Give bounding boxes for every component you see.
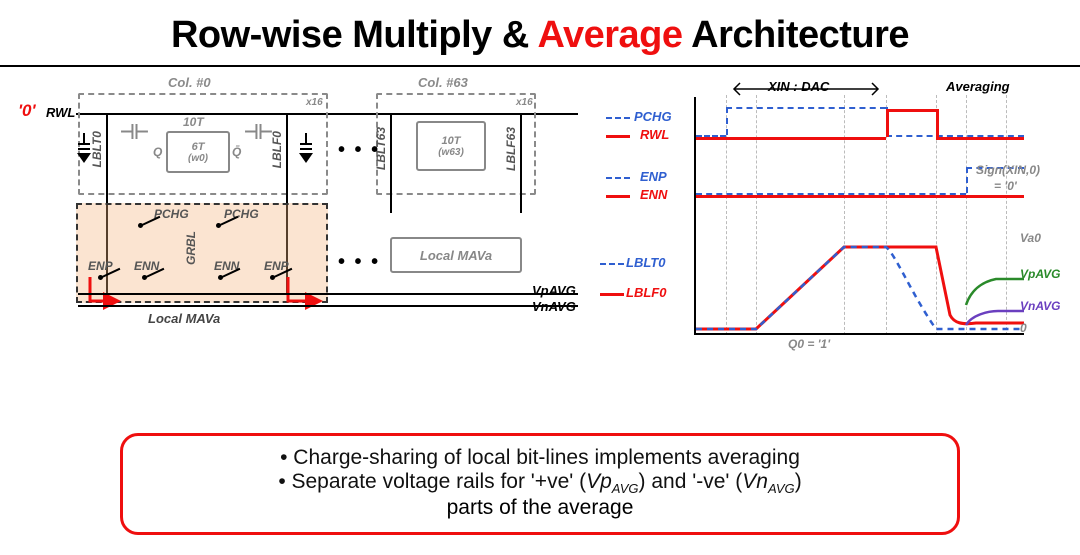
- bullet-2: Separate voltage rails for '+ve' (VpAVG)…: [153, 470, 927, 496]
- rwl-label: RWL: [46, 105, 75, 120]
- six-t-label: 6T: [192, 141, 205, 153]
- rwl-high: [886, 109, 936, 112]
- enp-rise: [966, 167, 968, 193]
- w0-label: (w0): [188, 153, 208, 164]
- vp-rail: [78, 293, 578, 295]
- b2-vp: Vp: [586, 470, 612, 493]
- ten-t-cell: 10T (w63): [416, 121, 486, 171]
- title-bar: Row-wise Multiply & Average Architecture: [0, 0, 1080, 67]
- gnd-lblt0-icon: [77, 153, 91, 163]
- input-zero: '0': [18, 101, 36, 121]
- pchg-seg-high: [726, 107, 886, 109]
- vnavg-timing-label: VnAVG: [1020, 299, 1060, 313]
- b2-vn-sub: AVG: [768, 481, 795, 496]
- pchg-rise: [726, 107, 728, 135]
- title-post: Architecture: [683, 14, 910, 56]
- sign-label: Sign(XIN,0): [976, 163, 1040, 177]
- local-mava-caption: Local MAVa: [148, 311, 220, 326]
- pchg-label: PCHG: [634, 109, 672, 124]
- sign-val-label: = '0': [994, 179, 1017, 193]
- w63-label: (w63): [438, 147, 464, 158]
- grbl-label: GRBL: [184, 231, 198, 265]
- timing-diagram: XIN : DAC Averaging PCHG RWL ENP ENN Sig…: [596, 75, 1056, 375]
- fet-left-icon: ⊣⊢: [120, 123, 149, 139]
- rwl-rise: [886, 109, 889, 137]
- ten-t-a: 10T: [183, 115, 204, 129]
- pchg1-label: PCHG: [154, 207, 189, 221]
- zero-label: 0: [1020, 321, 1027, 335]
- lblf63-label: LBLF63: [504, 127, 518, 171]
- title-highlight: Average: [537, 14, 682, 56]
- ten-t-b-label: 10T: [442, 135, 461, 147]
- gnd-lblf0-icon: [299, 153, 313, 163]
- col-0-label: Col. #0: [168, 75, 211, 90]
- va0-label: Va0: [1020, 231, 1041, 245]
- bullet-2-line2: parts of the average: [153, 496, 927, 520]
- legend-rwl: [606, 135, 630, 138]
- vpavg-timing-label: VpAVG: [1020, 267, 1060, 281]
- analog-waveforms: [696, 215, 1026, 335]
- legend-enn: [606, 195, 630, 198]
- phase-dac-label: XIN : DAC: [768, 79, 829, 94]
- circuit-diagram: Col. #0 Col. #63 '0' RWL x16 x16 ⊣⊢ ⊣⊢ 1…: [18, 75, 578, 375]
- qbar-label: Q̄: [232, 145, 241, 159]
- b2-post: ): [795, 470, 802, 493]
- legend-lblf0: [600, 293, 624, 296]
- vp-avg-label: VpAVG: [532, 283, 576, 298]
- lblt63-wire: [390, 113, 392, 213]
- lblf0-label: LBLF0: [270, 131, 284, 168]
- q0-label: Q0 = '1': [788, 337, 830, 351]
- cap-lblf0-icon: [300, 133, 312, 150]
- legend-enp: [606, 177, 630, 179]
- b2-vp-sub: AVG: [612, 481, 639, 496]
- q-label: Q: [153, 145, 162, 159]
- lblf0-timing-label: LBLF0: [626, 285, 666, 300]
- legend-lblt0: [600, 263, 624, 265]
- local-mava-box-label: Local MAVa: [420, 248, 492, 263]
- rwl-seg1: [696, 137, 886, 140]
- legend-pchg: [606, 117, 630, 119]
- slide-title: Row-wise Multiply & Average Architecture: [0, 14, 1080, 57]
- bullet-1: Charge-sharing of local bit-lines implem…: [153, 446, 927, 470]
- content-row: Col. #0 Col. #63 '0' RWL x16 x16 ⊣⊢ ⊣⊢ 1…: [0, 67, 1080, 375]
- local-mava-box-63: Local MAVa: [390, 237, 522, 273]
- b2-mid: ) and '-ve' (: [639, 470, 743, 493]
- enn-label: ENN: [640, 187, 667, 202]
- rwl-fall: [936, 109, 939, 137]
- dots-1: • • •: [338, 139, 380, 162]
- callout-box: Charge-sharing of local bit-lines implem…: [120, 433, 960, 535]
- phase-avg-label: Averaging: [946, 79, 1010, 94]
- rwl-timing-label: RWL: [640, 127, 669, 142]
- six-t-cell: 6T (w0): [166, 131, 230, 173]
- vn-rail: [78, 305, 578, 307]
- vn-avg-label: VnAVG: [532, 299, 576, 314]
- b2-pre: Separate voltage rails for '+ve' (: [292, 470, 587, 493]
- rwl-seg2: [936, 137, 1024, 140]
- enp-label: ENP: [640, 169, 667, 184]
- x16-b: x16: [516, 97, 533, 108]
- lblt0-label: LBLT0: [90, 131, 104, 167]
- b2-vn: Vn: [742, 470, 768, 493]
- lblf63-wire: [520, 113, 522, 213]
- title-pre: Row-wise Multiply &: [171, 14, 538, 56]
- x16-a: x16: [306, 97, 323, 108]
- enn-flat: [696, 195, 1024, 198]
- lblt0-timing-label: LBLT0: [626, 255, 665, 270]
- cap-lblt0-icon: [78, 133, 90, 150]
- fet-right-icon: ⊣⊢: [244, 123, 273, 139]
- col-63-label: Col. #63: [418, 75, 468, 90]
- dots-2: • • •: [338, 251, 380, 274]
